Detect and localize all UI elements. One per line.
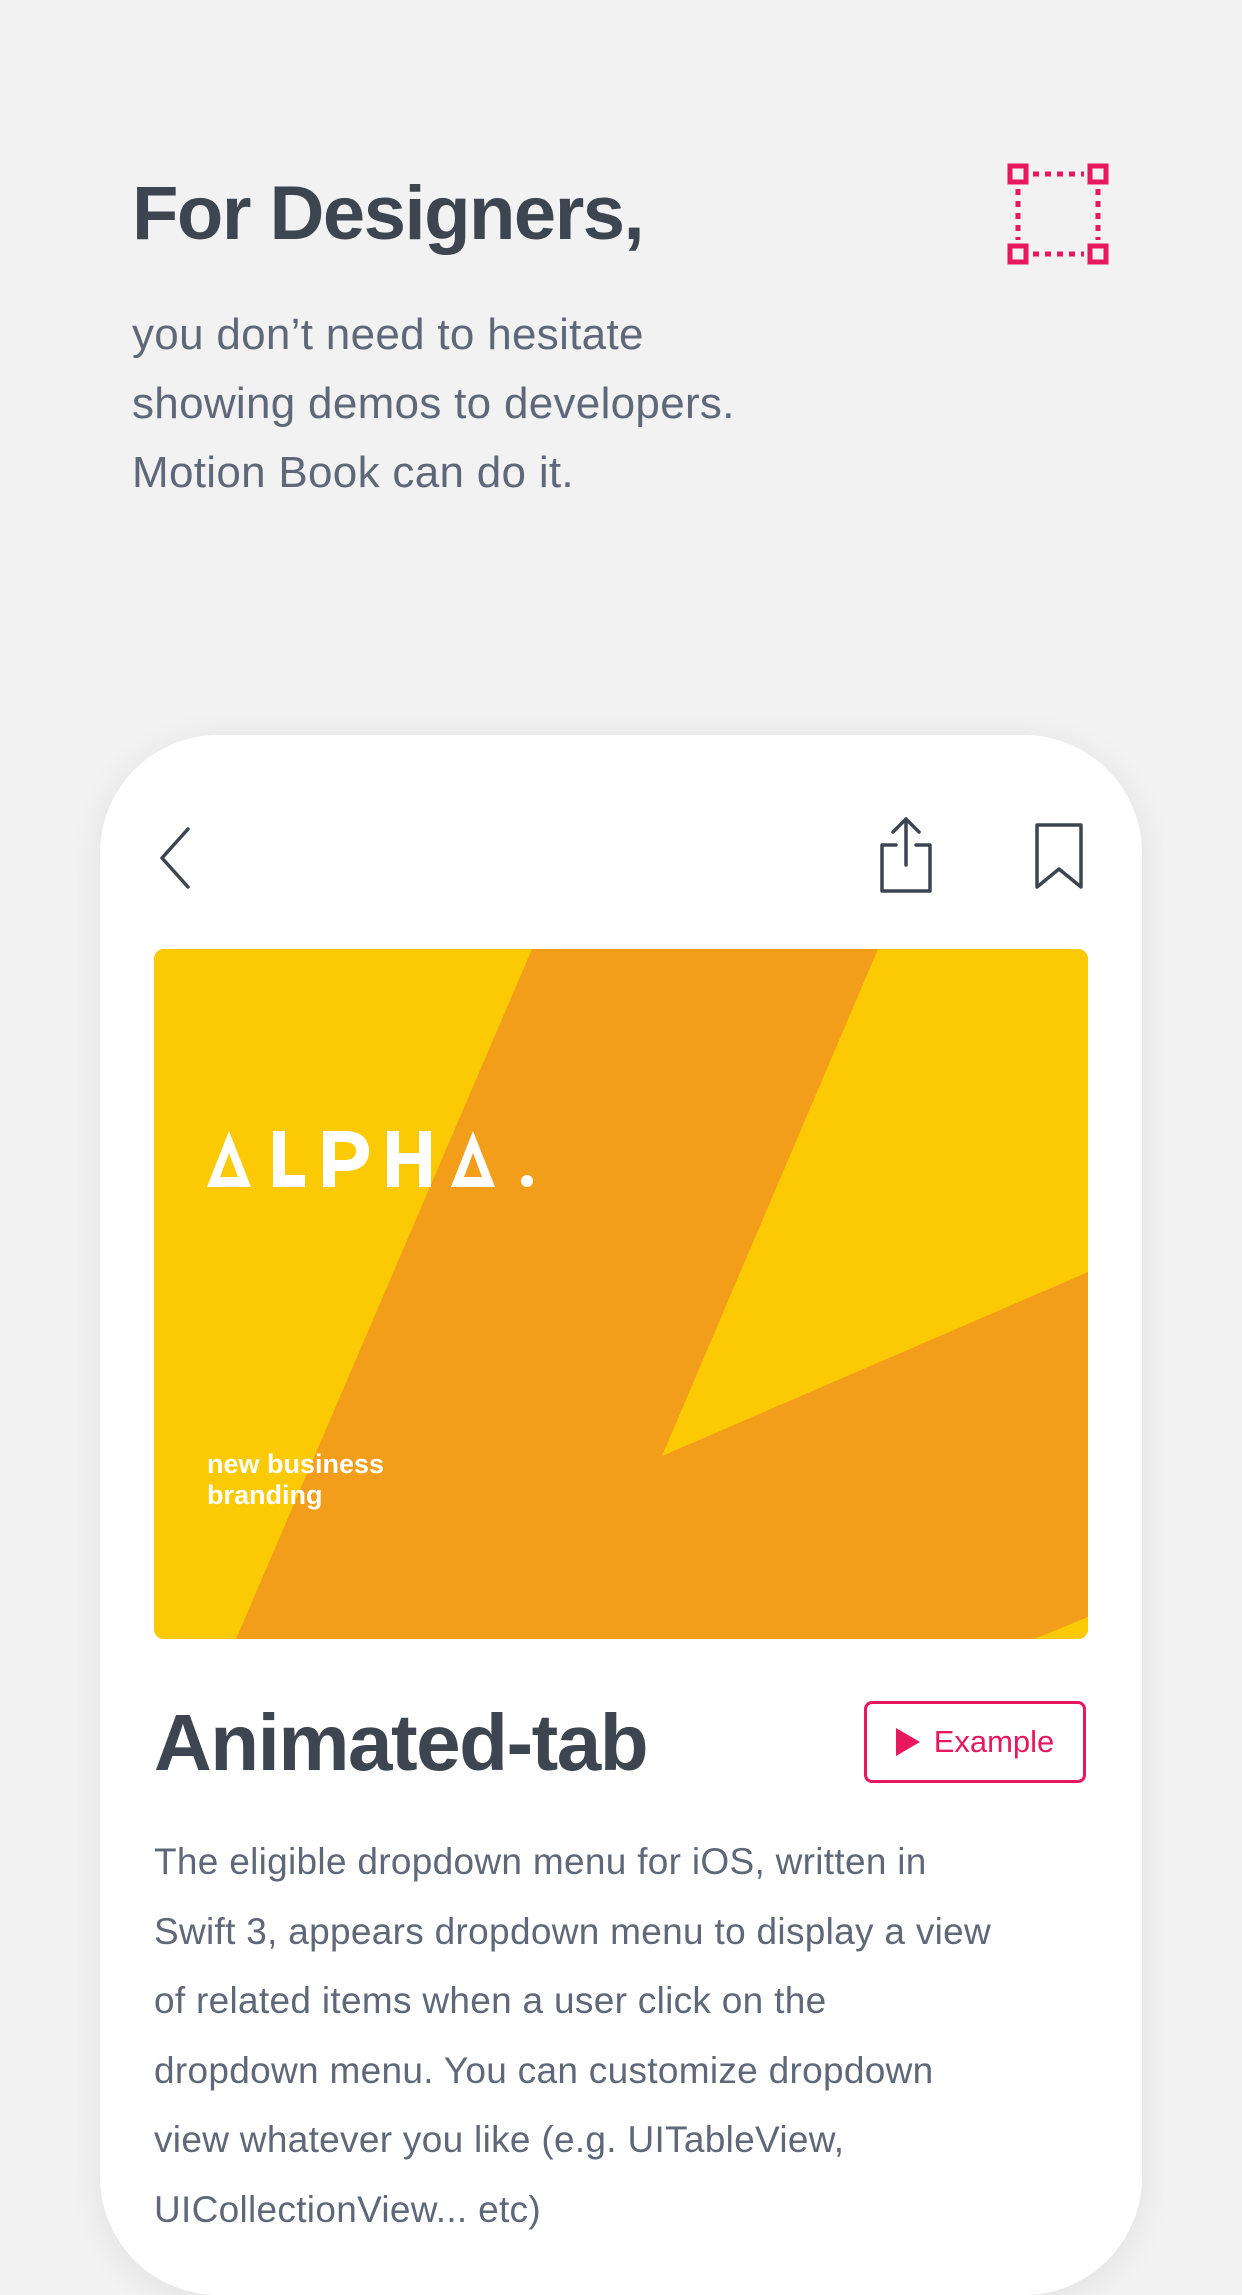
card-description: The eligible dropdown menu for iOS, writ… [154, 1827, 1094, 2244]
promo-description: you don’t need to hesitate showing demos… [132, 300, 912, 507]
card-description-line: The eligible dropdown menu for iOS, writ… [154, 1841, 927, 1882]
promo-description-line: showing demos to developers. [132, 379, 735, 428]
card-description-line: view whatever you like (e.g. UITableView… [154, 2119, 845, 2160]
hero-caption: new business branding [207, 1449, 384, 1511]
promo-title: For Designers, [132, 171, 645, 256]
example-button-label: Example [933, 1724, 1055, 1759]
frame-select-icon [1007, 163, 1109, 265]
promo-description-line: Motion Book can do it. [132, 448, 574, 497]
alpha-logo [207, 1131, 533, 1187]
play-icon [895, 1728, 920, 1756]
card-description-line: dropdown menu. You can customize dropdow… [154, 2049, 934, 2091]
share-icon[interactable] [876, 815, 936, 895]
hero-caption-line: new business [207, 1449, 385, 1479]
hero-caption-line: branding [207, 1480, 323, 1510]
chevron-left-icon[interactable] [154, 823, 204, 893]
bookmark-icon[interactable] [1032, 821, 1086, 891]
example-button[interactable]: Example [864, 1701, 1086, 1783]
card-title: Animated-tab [154, 1698, 649, 1787]
card-description-line: Swift 3, appears dropdown menu to displa… [154, 1910, 992, 1952]
phone-preview-card: new business branding Animated-tab Examp… [100, 735, 1142, 2295]
hero-image: new business branding [154, 949, 1088, 1639]
card-description-line: of related items when a user click on th… [154, 1980, 827, 2021]
hero-background-shapes [154, 949, 1088, 1639]
card-description-line: UICollectionView... etc) [154, 2188, 541, 2230]
promo-description-line: you don’t need to hesitate [132, 310, 644, 359]
